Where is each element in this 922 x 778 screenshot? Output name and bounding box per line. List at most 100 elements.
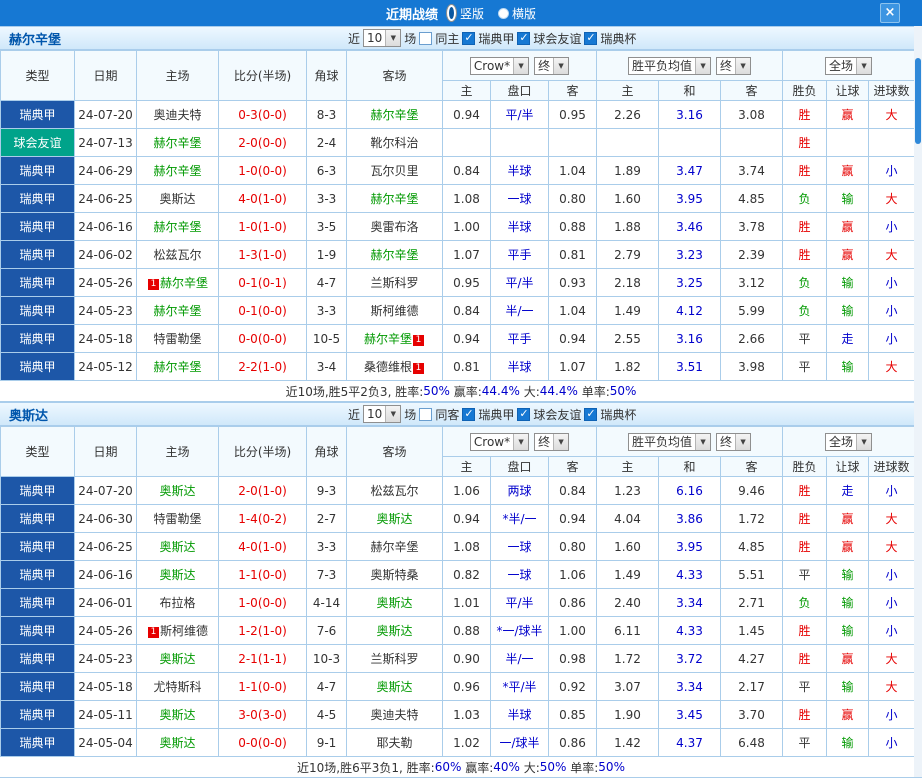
team-link[interactable]: 赫尔辛堡: [160, 276, 208, 290]
avg-time-select[interactable]: 终 ▼: [716, 56, 752, 75]
league3-checkbox[interactable]: [584, 407, 598, 421]
corner-count: 8-3: [306, 100, 347, 129]
team-link[interactable]: 赫尔辛堡: [364, 332, 412, 346]
odds-home: 0.84: [442, 156, 491, 185]
away-team: 奥迪夫特: [346, 700, 443, 729]
avg-home: 2.26: [596, 100, 660, 129]
odds-time-select[interactable]: 终 ▼: [534, 432, 570, 451]
period-select[interactable]: 全场 ▼: [825, 432, 873, 451]
team-link[interactable]: 奥斯达: [376, 512, 412, 526]
team-link[interactable]: 奥斯达: [376, 596, 412, 610]
odds-company-select[interactable]: Crow* ▼: [469, 432, 530, 451]
team-link[interactable]: 赫尔辛堡: [370, 540, 418, 554]
corner-count: 2-4: [306, 128, 347, 157]
team-link[interactable]: 奥斯达: [159, 192, 195, 206]
team-link[interactable]: 奥斯达: [159, 484, 195, 498]
odds-company-value: Crow*: [473, 434, 511, 449]
corner-count: 9-3: [306, 476, 347, 505]
away-team: 赫尔辛堡: [346, 184, 443, 213]
odds-home: 1.07: [442, 240, 491, 269]
league2-checkbox[interactable]: [517, 31, 531, 45]
odds-home: 1.01: [442, 588, 491, 617]
odds-handicap: 一球: [490, 184, 549, 213]
chevron-down-icon: ▼: [385, 406, 401, 422]
team-link[interactable]: 奥斯达: [159, 708, 195, 722]
avg-home: 1.23: [596, 476, 660, 505]
odds-home: 1.08: [442, 184, 491, 213]
match-score: 2-0(0-0): [218, 128, 307, 157]
away-team: 奥斯特桑: [346, 560, 443, 589]
league1-checkbox[interactable]: [462, 407, 476, 421]
avg-home: 1.88: [596, 212, 660, 241]
avg-draw: 4.12: [658, 296, 722, 325]
odds-handicap: 平/半: [490, 100, 549, 129]
match-count-select[interactable]: 10 ▼: [363, 29, 402, 47]
same-venue-checkbox[interactable]: [419, 407, 433, 421]
avg-type-select[interactable]: 胜平负均值 ▼: [628, 56, 712, 75]
team-link[interactable]: 奥斯达: [159, 540, 195, 554]
team-link[interactable]: 赫尔辛堡: [153, 136, 201, 150]
col-result: 胜负: [782, 80, 828, 101]
team-link[interactable]: 赫尔辛堡: [153, 220, 201, 234]
team-link[interactable]: 奥雷布洛: [370, 220, 418, 234]
close-button[interactable]: ×: [880, 3, 900, 23]
corner-count: 3-5: [306, 212, 347, 241]
near-label: 近: [348, 31, 361, 46]
team-link[interactable]: 布拉格: [159, 596, 195, 610]
team-link[interactable]: 斯柯维德: [160, 624, 208, 638]
avg-time-select[interactable]: 终 ▼: [716, 432, 752, 451]
match-row: 瑞典甲 24-06-30 特雷勒堡 1-4(0-2) 2-7 奥斯达 0.94 *半/一 0.9…: [0, 504, 916, 533]
team-link[interactable]: 瓦尔贝里: [370, 164, 418, 178]
league3-checkbox[interactable]: [584, 31, 598, 45]
goals-result-cell: 小: [868, 728, 916, 757]
vertical-scrollbar[interactable]: [914, 26, 922, 777]
avg-draw: 3.86: [658, 504, 722, 533]
team-link[interactable]: 斯柯维德: [370, 304, 418, 318]
team-link[interactable]: 奥斯达: [376, 624, 412, 638]
odds-handicap: 平/半: [490, 268, 549, 297]
team-link[interactable]: 特雷勒堡: [153, 512, 201, 526]
team-link[interactable]: 松兹瓦尔: [370, 484, 418, 498]
goals-result-cell: [868, 128, 916, 157]
home-team: 1 赫尔辛堡: [136, 268, 219, 297]
same-venue-checkbox[interactable]: [419, 31, 433, 45]
team-link[interactable]: 尤特斯科: [153, 680, 201, 694]
avg-type-select[interactable]: 胜平负均值 ▼: [628, 432, 712, 451]
red-card-badge: 1: [413, 335, 424, 346]
team-link[interactable]: 赫尔辛堡: [153, 304, 201, 318]
team-link[interactable]: 奥斯达: [376, 680, 412, 694]
team-link[interactable]: 桑德维根: [364, 360, 412, 374]
col-type: 类型: [0, 50, 75, 101]
corner-count: 4-14: [306, 588, 347, 617]
period-select[interactable]: 全场 ▼: [825, 56, 873, 75]
match-row: 瑞典甲 24-05-18 特雷勒堡 0-0(0-0) 10-5 赫尔辛堡 1 0.94 平手 0.…: [0, 324, 916, 353]
team-link[interactable]: 赫尔辛堡: [370, 108, 418, 122]
odds-time-select[interactable]: 终 ▼: [534, 56, 570, 75]
radio-vertical-layout[interactable]: 竖版: [445, 4, 484, 22]
team-link[interactable]: 兰斯科罗: [370, 652, 418, 666]
league1-checkbox[interactable]: [462, 31, 476, 45]
team-link[interactable]: 耶夫勒: [376, 736, 412, 750]
team-link[interactable]: 赫尔辛堡: [153, 164, 201, 178]
team-link[interactable]: 奥斯达: [159, 736, 195, 750]
scrollbar-thumb[interactable]: [915, 58, 921, 144]
summary-segment: 近10场,胜5平2负3, 胜率:: [285, 384, 424, 399]
section-header: 赫尔辛堡 近 10▼ 场 同主 瑞典甲 球会友谊 瑞典杯: [0, 26, 922, 50]
odds-company-select[interactable]: Crow* ▼: [469, 56, 530, 75]
team-link[interactable]: 特雷勒堡: [153, 332, 201, 346]
team-link[interactable]: 靴尔科治: [370, 136, 418, 150]
team-link[interactable]: 奥斯特桑: [370, 568, 418, 582]
team-link[interactable]: 赫尔辛堡: [370, 248, 418, 262]
team-link[interactable]: 赫尔辛堡: [370, 192, 418, 206]
league2-checkbox[interactable]: [517, 407, 531, 421]
match-count-select[interactable]: 10 ▼: [363, 405, 402, 423]
team-link[interactable]: 松兹瓦尔: [153, 248, 201, 262]
team-link[interactable]: 奥迪夫特: [370, 708, 418, 722]
team-link[interactable]: 奥斯达: [159, 652, 195, 666]
team-link[interactable]: 兰斯科罗: [370, 276, 418, 290]
team-link[interactable]: 奥迪夫特: [153, 108, 201, 122]
radio-horizontal-layout[interactable]: 横版: [498, 5, 536, 22]
team-link[interactable]: 赫尔辛堡: [153, 360, 201, 374]
team-link[interactable]: 奥斯达: [159, 568, 195, 582]
match-row: 瑞典甲 24-05-23 赫尔辛堡 0-1(0-0) 3-3 斯柯维德 0.84 半/一 1.0…: [0, 296, 916, 325]
